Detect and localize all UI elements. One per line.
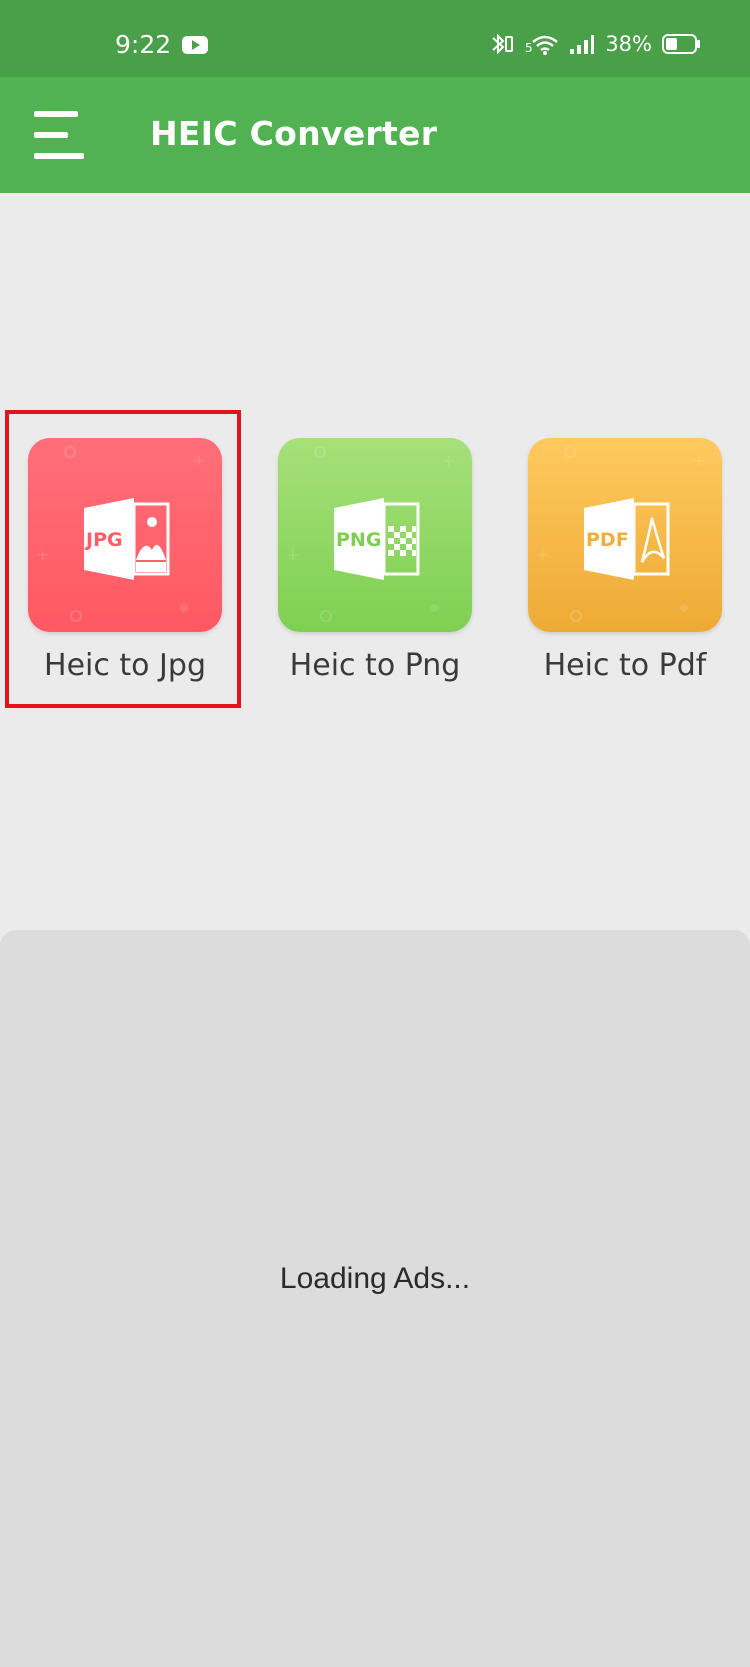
- status-bar: 9:22 5 38%: [0, 0, 750, 77]
- tile-badge: PNG: [336, 529, 381, 551]
- battery-icon: [662, 34, 700, 54]
- heic-to-jpg-tile[interactable]: + + JPG: [28, 438, 222, 632]
- heic-to-pdf-label[interactable]: Heic to Pdf: [500, 648, 750, 683]
- heic-to-jpg-label[interactable]: Heic to Jpg: [0, 648, 250, 683]
- battery-percent: 38%: [605, 32, 652, 56]
- ad-loading-text: Loading Ads...: [279, 1262, 471, 1295]
- status-time: 9:22: [115, 30, 172, 59]
- youtube-icon: [182, 36, 208, 54]
- heic-to-png-tile[interactable]: + + PNG: [278, 438, 472, 632]
- bluetooth-icon: [492, 33, 514, 55]
- hamburger-menu-icon[interactable]: [34, 111, 86, 159]
- app-title: HEIC Converter: [150, 114, 438, 153]
- svg-text:5: 5: [525, 41, 533, 55]
- signal-icon: [570, 35, 595, 54]
- status-icons: 5 38%: [489, 32, 702, 56]
- ad-panel[interactable]: Loading Ads...: [0, 930, 750, 1667]
- pdf-file-icon: PDF: [584, 498, 670, 580]
- wifi-icon: 5: [525, 35, 559, 55]
- heic-to-png-label[interactable]: Heic to Png: [250, 648, 500, 683]
- tile-badge: PDF: [586, 529, 629, 551]
- heic-to-pdf-tile[interactable]: + + PDF: [528, 438, 722, 632]
- app-bar: HEIC Converter: [0, 77, 750, 193]
- tile-badge: JPG: [84, 529, 123, 551]
- jpg-file-icon: JPG: [84, 498, 170, 580]
- png-file-icon: PNG: [334, 498, 420, 580]
